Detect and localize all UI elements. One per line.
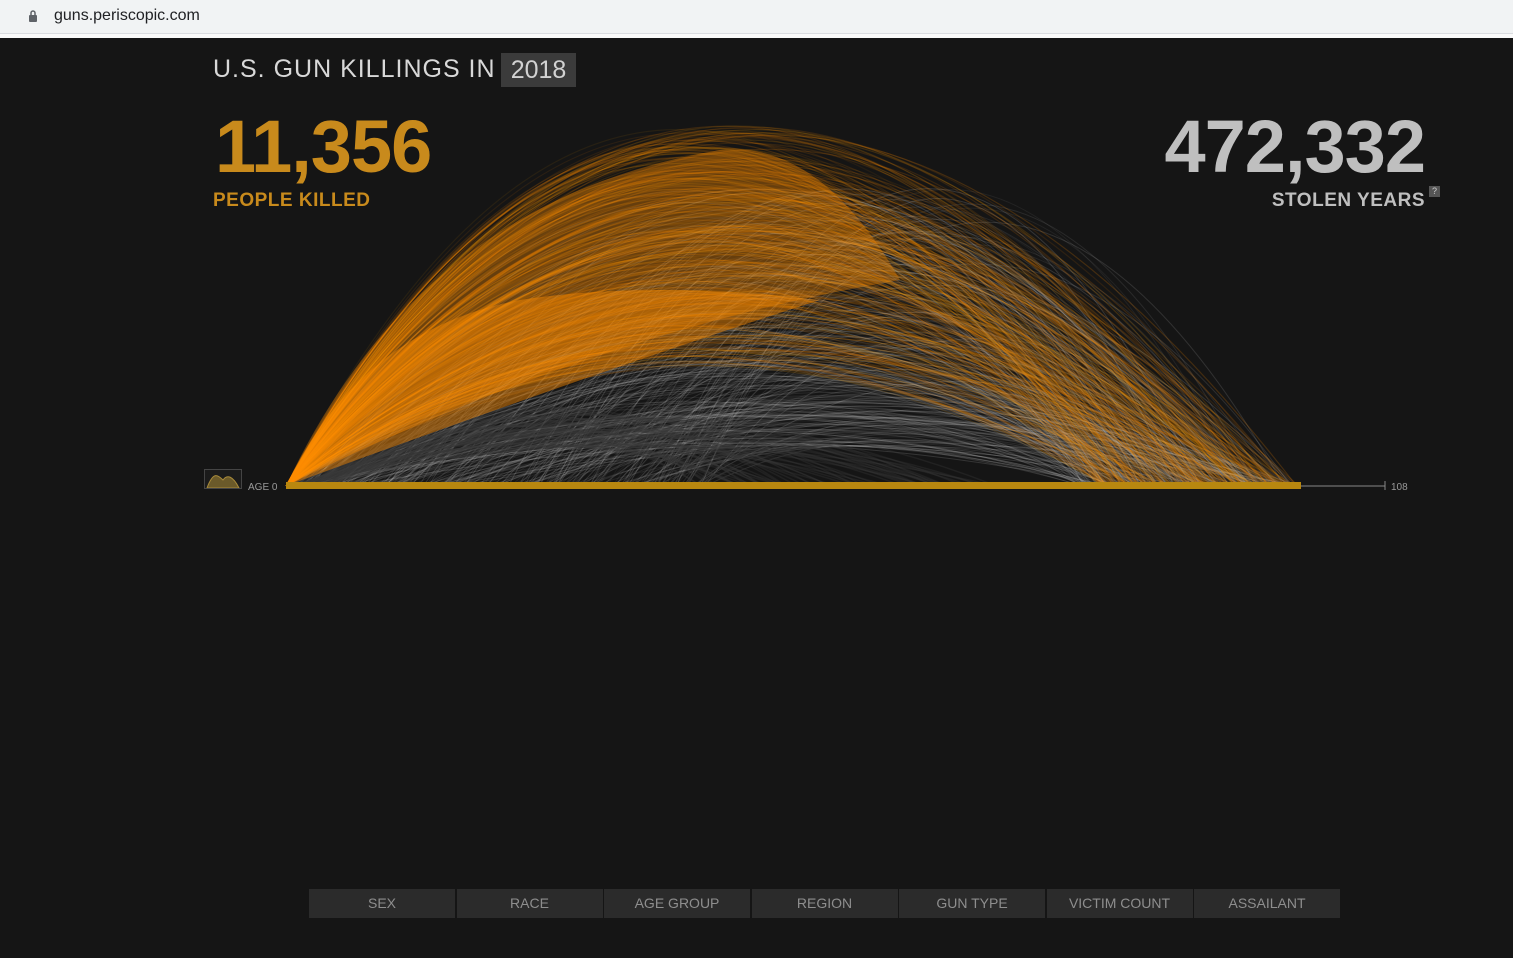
age-start-label: AGE 0 [248,482,278,493]
mini-distribution-chart[interactable] [204,469,242,489]
distribution-icon [206,475,240,489]
filter-victim-count-button[interactable]: VICTIM COUNT [1046,889,1193,918]
filter-race-button[interactable]: RACE [456,889,603,918]
filter-sex-button[interactable]: SEX [309,889,455,918]
age-end-label: 108 [1391,482,1408,493]
filter-gun-type-button[interactable]: GUN TYPE [899,889,1045,918]
filter-bar: SEX RACE AGE GROUP REGION GUN TYPE VICTI… [309,889,1342,918]
filter-region-button[interactable]: REGION [751,889,898,918]
filter-assailant-button[interactable]: ASSAILANT [1194,889,1340,918]
age-axis-bar [286,482,1301,489]
filter-age-group-button[interactable]: AGE GROUP [604,889,750,918]
